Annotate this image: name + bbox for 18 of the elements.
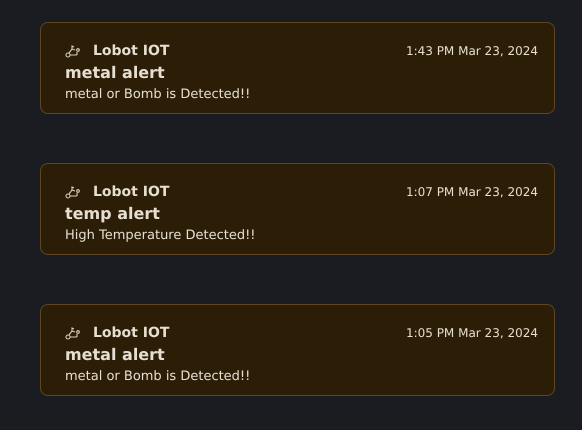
timestamp: 1:43 PM Mar 23, 2024 <box>406 44 538 58</box>
notification-message: metal or Bomb is Detected!! <box>65 369 252 384</box>
robot-arm-icon <box>65 44 81 58</box>
robot-arm-icon <box>65 326 81 340</box>
app-name: Lobot IOT <box>93 184 170 200</box>
notification-title: metal alert <box>65 63 166 82</box>
app-name: Lobot IOT <box>93 43 170 59</box>
timestamp: 1:05 PM Mar 23, 2024 <box>406 326 538 340</box>
notification-title: temp alert <box>65 204 161 223</box>
notification-card[interactable]: Lobot IOT 1:43 PM Mar 23, 2024 metal alert metal or Bomb is Detected!! <box>40 22 555 114</box>
notification-card[interactable]: Lobot IOT 1:05 PM Mar 23, 2024 metal alert metal or Bomb is Detected!! <box>40 304 555 396</box>
notification-message: metal or Bomb is Detected!! <box>65 87 252 102</box>
robot-arm-icon <box>65 185 81 199</box>
timestamp: 1:07 PM Mar 23, 2024 <box>406 185 538 199</box>
notification-message: High Temperature Detected!! <box>65 228 257 243</box>
notification-title: metal alert <box>65 345 166 364</box>
notification-card[interactable]: Lobot IOT 1:07 PM Mar 23, 2024 temp alert High Temperature Detected!! <box>40 163 555 255</box>
app-name: Lobot IOT <box>93 325 170 341</box>
